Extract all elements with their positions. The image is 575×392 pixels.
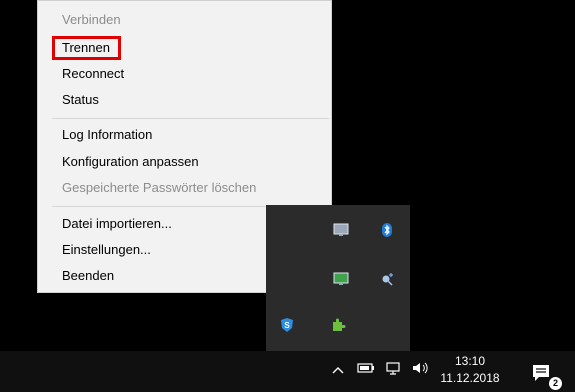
puzzle-icon[interactable] — [330, 317, 346, 333]
menu-item-einstellungen[interactable]: Einstellungen... — [62, 239, 151, 261]
menu-item-passwoerter-loeschen: Gespeicherte Passwörter löschen — [62, 180, 257, 195]
s-shield-icon[interactable]: S — [279, 317, 295, 333]
menu-item-beenden[interactable]: Beenden — [62, 265, 114, 287]
volume-icon[interactable] — [411, 361, 431, 380]
menu-item-verbinden: Verbinden — [62, 12, 121, 27]
chevron-up-icon[interactable] — [331, 363, 345, 381]
monitor-icon[interactable] — [333, 222, 349, 238]
menu-item-konfiguration-anpassen[interactable]: Konfiguration anpassen — [62, 151, 199, 173]
tray-overflow-flyout: S — [266, 205, 410, 351]
menu-item-datei-importieren[interactable]: Datei importieren... — [62, 213, 172, 235]
clock-time: 13:10 — [454, 354, 486, 368]
search-plus-icon[interactable] — [379, 271, 395, 287]
taskbar-clock[interactable]: 13:10 11.12.2018 — [440, 353, 500, 387]
svg-text:S: S — [284, 321, 290, 330]
notification-count-badge: 2 — [549, 377, 562, 390]
network-icon[interactable] — [385, 361, 403, 380]
network-monitor-icon[interactable] — [333, 271, 349, 287]
bluetooth-icon[interactable] — [379, 222, 395, 238]
highlight-box — [52, 36, 121, 60]
clock-date: 11.12.2018 — [440, 371, 500, 385]
menu-item-status[interactable]: Status — [62, 89, 99, 111]
menu-separator — [52, 118, 329, 119]
battery-icon[interactable] — [357, 361, 375, 380]
menu-item-log-information[interactable]: Log Information — [62, 124, 152, 146]
menu-item-reconnect[interactable]: Reconnect — [62, 63, 124, 85]
